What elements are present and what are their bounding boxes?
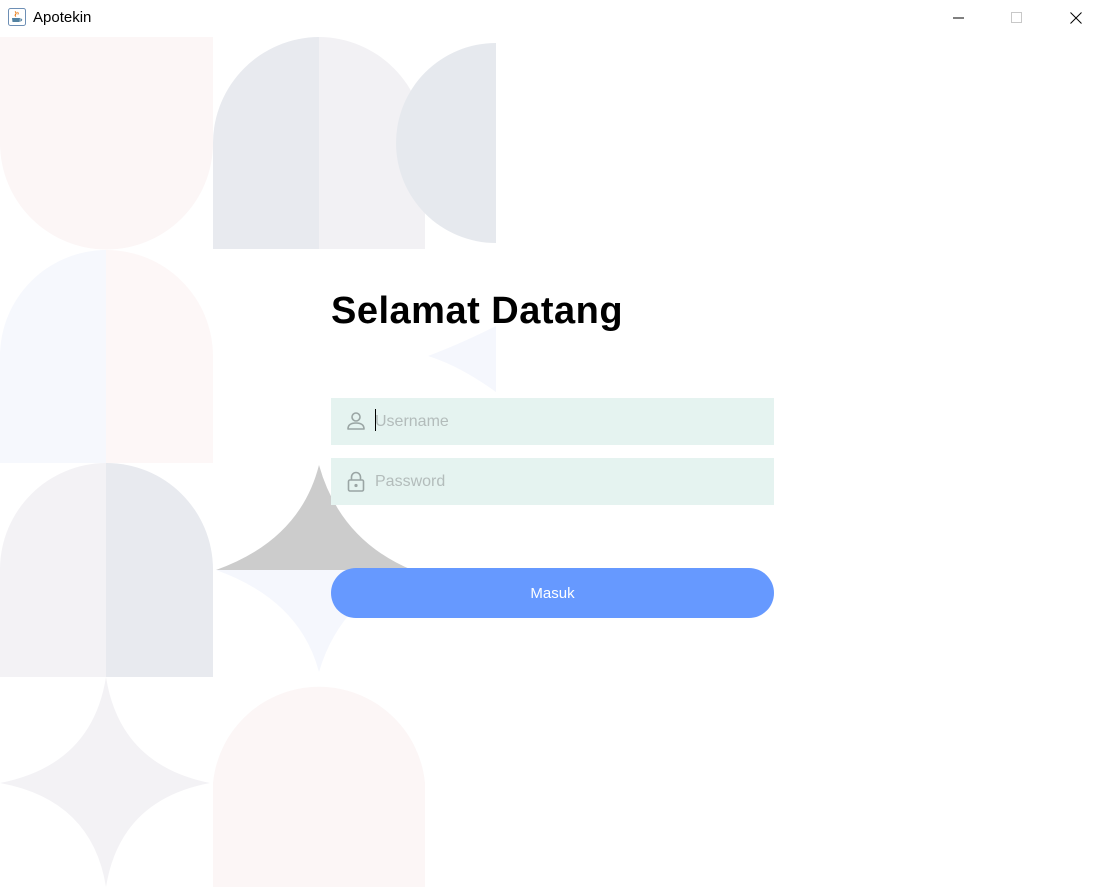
- app-window: Apotekin Selamat Datang Username Masuk: [0, 0, 1105, 887]
- lock-icon: [347, 471, 365, 492]
- username-input[interactable]: [375, 398, 765, 445]
- login-button[interactable]: Masuk: [331, 568, 774, 618]
- username-field[interactable]: [331, 398, 774, 445]
- user-icon: [347, 412, 365, 430]
- welcome-heading: Selamat Datang: [331, 290, 624, 332]
- login-panel: Selamat Datang Masuk: [0, 0, 1105, 887]
- text-caret: [375, 409, 376, 431]
- password-field[interactable]: [331, 458, 774, 505]
- password-input[interactable]: [375, 458, 765, 505]
